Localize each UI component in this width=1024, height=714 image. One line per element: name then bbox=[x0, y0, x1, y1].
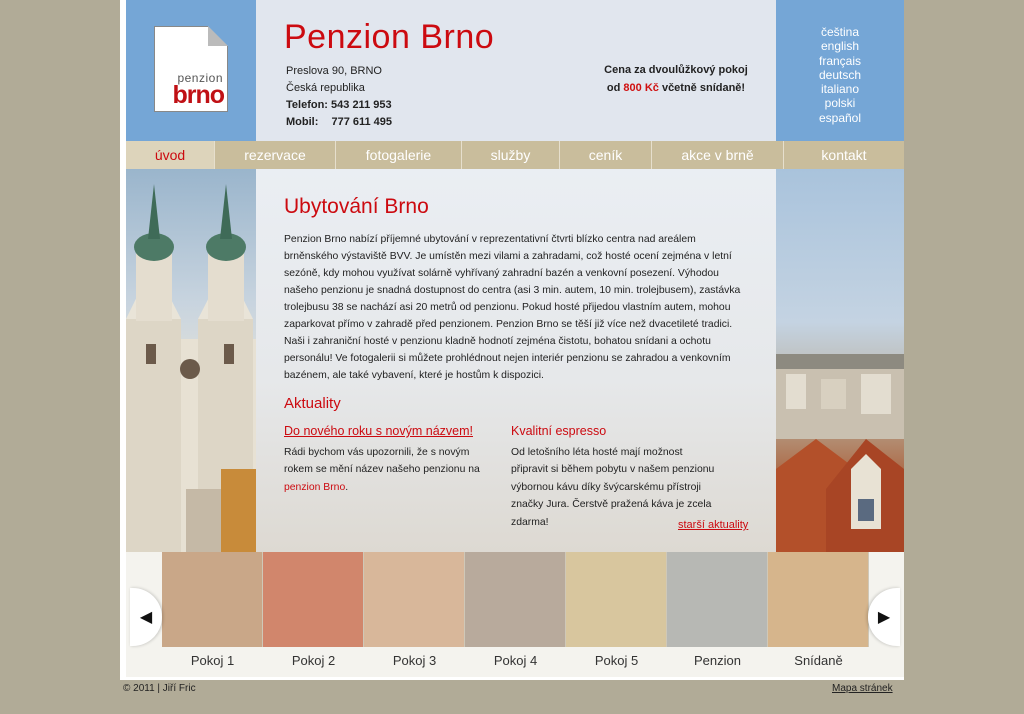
arrow-right-icon: ▶ bbox=[877, 609, 891, 626]
photo-gallery: Pokoj 1 Pokoj 2 Pokoj 3 Pokoj 4 Pokoj 5 … bbox=[126, 552, 904, 677]
phone-number: 543 211 953 bbox=[331, 99, 392, 111]
nav-cenik[interactable]: ceník bbox=[560, 141, 652, 169]
promo-post: včetně snídaně! bbox=[658, 82, 746, 94]
promo-line2: od 800 Kč včetně snídaně! bbox=[566, 79, 786, 97]
address-country: Česká republika bbox=[286, 82, 365, 94]
lang-polski[interactable]: polski bbox=[776, 96, 904, 110]
news-link-penzion[interactable]: penzion Brno bbox=[284, 482, 345, 493]
lang-italiano[interactable]: italiano bbox=[776, 82, 904, 96]
lang-francais[interactable]: français bbox=[776, 54, 904, 68]
church-illustration bbox=[126, 184, 256, 552]
contact-address: Preslova 90, BRNO Česká republika Telefo… bbox=[286, 63, 392, 131]
news-text-2: Od letošního léta hosté mají možnost při… bbox=[511, 446, 715, 528]
caption-pokoj-1[interactable]: Pokoj 1 bbox=[162, 653, 263, 668]
mobile-number: 777 611 495 bbox=[331, 116, 393, 128]
promo-price: 800 Kč bbox=[623, 82, 659, 94]
news-title-2[interactable]: Kvalitní espresso bbox=[511, 423, 721, 441]
caption-pokoj-3[interactable]: Pokoj 3 bbox=[364, 653, 465, 668]
page-heading: Ubytování Brno bbox=[284, 195, 429, 218]
mobile-line: Mobil: 777 611 495 bbox=[286, 114, 392, 131]
thumb-penzion[interactable] bbox=[667, 552, 768, 647]
lang-espanol[interactable]: español bbox=[776, 111, 904, 125]
logo[interactable]: penzion brno bbox=[154, 26, 228, 112]
sitemap-link[interactable]: Mapa stránek bbox=[832, 683, 893, 694]
mobile-label: Mobil: bbox=[286, 116, 319, 128]
nav-sluzby[interactable]: služby bbox=[462, 141, 560, 169]
gallery-prev-button[interactable]: ◀ bbox=[130, 588, 162, 646]
city-illustration bbox=[776, 354, 904, 552]
older-news-link[interactable]: starší aktuality bbox=[678, 519, 748, 531]
nav-fotogalerie[interactable]: fotogalerie bbox=[336, 141, 462, 169]
price-promo: Cena za dvoulůžkový pokoj od 800 Kč včet… bbox=[566, 61, 786, 97]
news-item-2: Kvalitní espresso Od letošního léta host… bbox=[511, 423, 721, 531]
news-text-1-end: . bbox=[345, 481, 349, 493]
gallery-next-button[interactable]: ▶ bbox=[868, 588, 900, 646]
promo-line1: Cena za dvoulůžkový pokoj bbox=[604, 64, 748, 76]
header-center: Penzion Brno Preslova 90, BRNO Česká rep… bbox=[256, 0, 776, 141]
language-switcher: čeština english français deutsch italian… bbox=[776, 0, 904, 141]
nav-akce-v-brne[interactable]: akce v brně bbox=[652, 141, 784, 169]
nav-rezervace[interactable]: rezervace bbox=[215, 141, 336, 169]
news-title-1[interactable]: Do nového roku s novým názvem! bbox=[284, 423, 494, 441]
church-photo bbox=[126, 169, 256, 552]
lang-cestina[interactable]: čeština bbox=[776, 25, 904, 39]
main-content: Ubytování Brno Penzion Brno nabízí příje… bbox=[256, 169, 776, 552]
thumb-pokoj-1[interactable] bbox=[162, 552, 263, 647]
site-title: Penzion Brno bbox=[284, 18, 495, 56]
lang-deutsch[interactable]: deutsch bbox=[776, 68, 904, 82]
address-street: Preslova 90, BRNO bbox=[286, 65, 382, 77]
phone-line: Telefon: 543 211 953 bbox=[286, 97, 392, 114]
lang-english[interactable]: english bbox=[776, 39, 904, 53]
news-item-1: Do nového roku s novým názvem! Rádi bych… bbox=[284, 423, 494, 496]
news-text-1: Rádi bychom vás upozornili, že s novým r… bbox=[284, 446, 480, 476]
thumb-pokoj-4[interactable] bbox=[465, 552, 566, 647]
thumb-snidane[interactable] bbox=[768, 552, 869, 647]
arrow-left-icon: ◀ bbox=[139, 609, 153, 626]
city-photo bbox=[776, 169, 904, 552]
copyright: © 2011 | Jiří Fric bbox=[123, 683, 196, 694]
header-left-panel: penzion brno bbox=[126, 0, 256, 141]
thumb-pokoj-3[interactable] bbox=[364, 552, 465, 647]
news-heading: Aktuality bbox=[284, 395, 341, 412]
logo-fold-icon bbox=[208, 26, 228, 46]
caption-pokoj-5[interactable]: Pokoj 5 bbox=[566, 653, 667, 668]
page-frame: penzion brno Penzion Brno Preslova 90, B… bbox=[120, 0, 904, 680]
thumb-pokoj-5[interactable] bbox=[566, 552, 667, 647]
gallery-thumbnails bbox=[162, 552, 870, 647]
main-nav: úvod rezervace fotogalerie služby ceník … bbox=[126, 141, 904, 169]
intro-text: Penzion Brno nabízí příjemné ubytování v… bbox=[284, 234, 741, 381]
page-inner: penzion brno Penzion Brno Preslova 90, B… bbox=[126, 0, 904, 677]
nav-kontakt[interactable]: kontakt bbox=[784, 141, 904, 169]
caption-pokoj-4[interactable]: Pokoj 4 bbox=[465, 653, 566, 668]
logo-line2: brno bbox=[172, 81, 225, 109]
caption-snidane[interactable]: Snídaně bbox=[768, 653, 869, 668]
phone-label: Telefon: bbox=[286, 99, 328, 111]
promo-pre: od bbox=[606, 82, 624, 94]
thumb-pokoj-2[interactable] bbox=[263, 552, 364, 647]
caption-penzion[interactable]: Penzion bbox=[667, 653, 768, 668]
caption-pokoj-2[interactable]: Pokoj 2 bbox=[263, 653, 364, 668]
nav-uvod[interactable]: úvod bbox=[126, 141, 215, 169]
